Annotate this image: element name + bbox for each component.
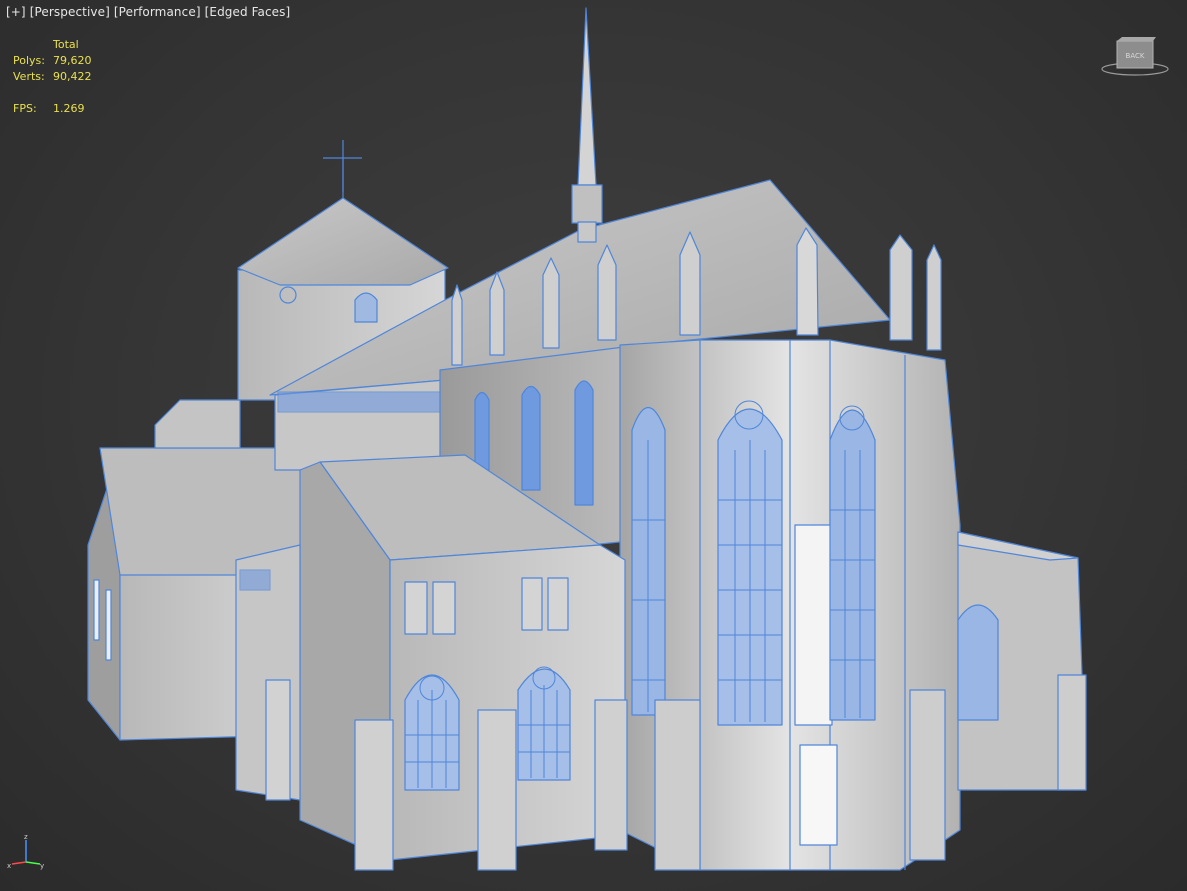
axis-y-label: y [40, 862, 44, 870]
viewport-shading-menu[interactable]: [Edged Faces] [203, 5, 293, 19]
viewport-label-menu: [+] [Perspective] [Performance] [Edged F… [4, 5, 292, 19]
fps-value: 1.269 [53, 102, 85, 115]
axis-z-label: z [24, 833, 28, 841]
small-annex [154, 399, 241, 449]
axis-tripod-icon: z x y [7, 833, 44, 870]
stats-header: Total [53, 38, 79, 51]
fps-label: FPS: [13, 102, 37, 115]
viewcube-face-label[interactable]: BACK [1126, 52, 1145, 60]
apse-window-right [829, 409, 876, 721]
verts-label: Verts: [13, 70, 45, 83]
cathedral-model-render[interactable] [0, 0, 1187, 891]
scene-statistics: Total Polys: 79,620 Verts: 90,422 FPS: 1.26… [13, 37, 92, 117]
spire [577, 7, 597, 186]
polys-value: 79,620 [53, 54, 92, 67]
perspective-viewport[interactable]: [+] [Perspective] [Performance] [Edged F… [0, 0, 1187, 891]
viewport-view-menu[interactable]: [Perspective] [28, 5, 112, 19]
verts-value: 90,422 [53, 70, 92, 83]
tower-roof [237, 197, 449, 286]
axis-x-label: x [7, 862, 11, 870]
viewport-plus-menu[interactable]: [+] [4, 5, 28, 19]
viewcube[interactable]: BACK [1098, 33, 1172, 79]
polys-label: Polys: [13, 54, 45, 67]
viewport-performance-menu[interactable]: [Performance] [112, 5, 203, 19]
